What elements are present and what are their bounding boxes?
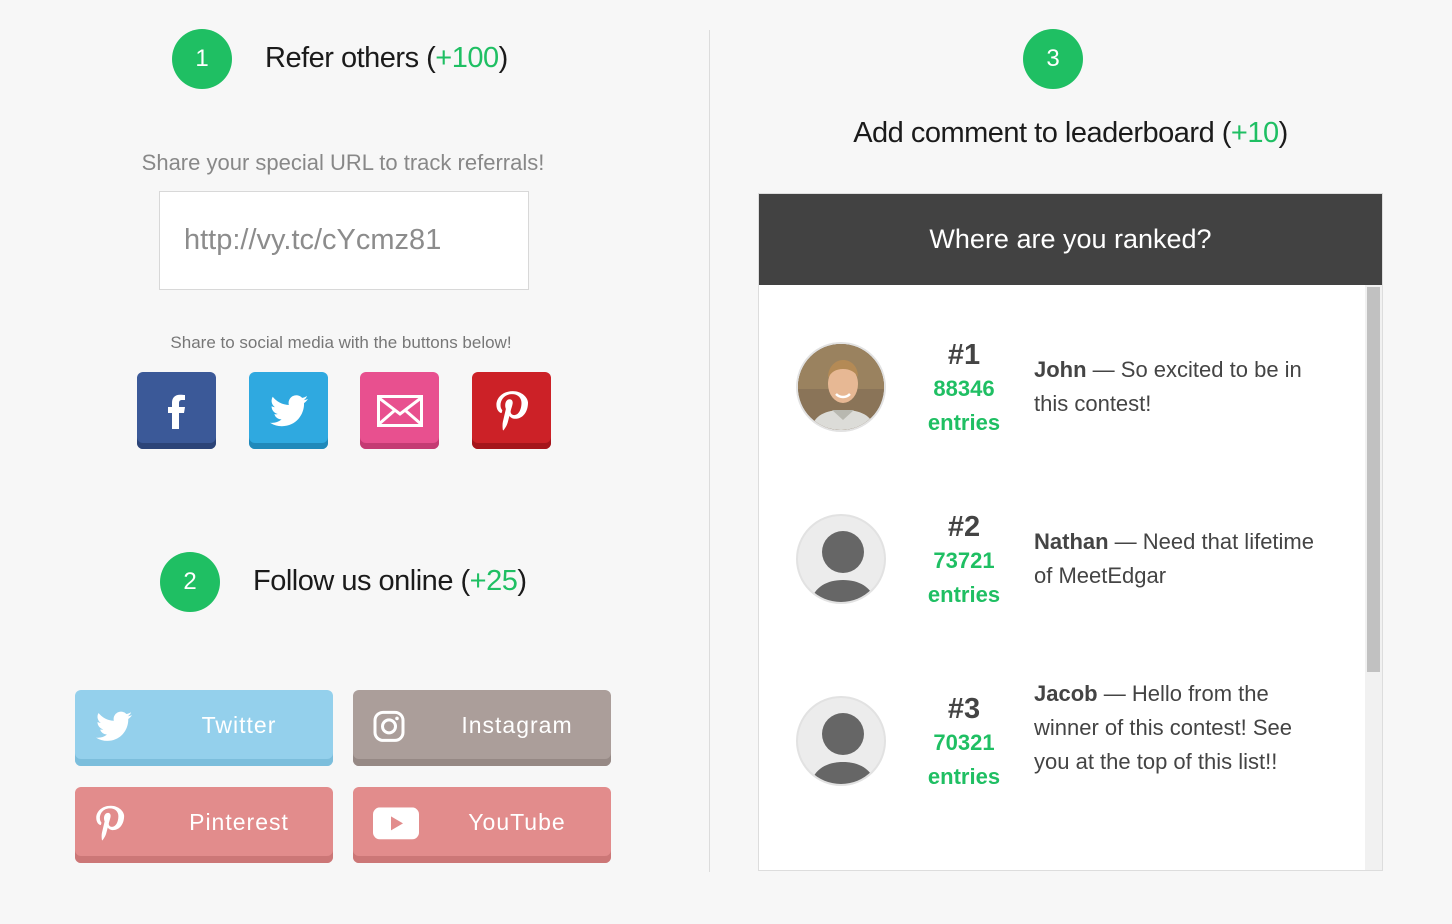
step-3-title: Add comment to leaderboard (+10) — [853, 117, 1288, 149]
entry-count: 73721 — [933, 548, 995, 573]
share-pinterest-button[interactable] — [472, 372, 551, 449]
rank-number: #1 — [947, 339, 981, 371]
entry-comment: Jacob — Hello from the winner of this co… — [1034, 681, 1293, 774]
referral-url-field[interactable]: http://vy.tc/cYcmz81 — [159, 191, 529, 290]
share-twitter-button[interactable] — [249, 372, 328, 449]
step-3-points: +10 — [1230, 117, 1279, 149]
social-share-hint: Share to social media with the buttons b… — [170, 333, 512, 352]
step-1-points: +100 — [435, 42, 499, 74]
step-2-title: Follow us online (+25) — [253, 565, 527, 597]
rank-block: #3 70321 entries — [909, 693, 1019, 794]
rank-block: #2 73721 entries — [909, 511, 1019, 612]
entry-name: John — [1034, 357, 1087, 382]
leaderboard-heading: Where are you ranked? — [759, 194, 1382, 285]
twitter-icon — [269, 394, 308, 426]
rank-number: #3 — [947, 693, 981, 725]
follow-pinterest-button[interactable]: Pinterest — [75, 787, 333, 863]
step-2-points: +25 — [469, 565, 518, 597]
step-2-badge: 2 — [160, 552, 220, 612]
share-url-hint: Share your special URL to track referral… — [141, 150, 545, 175]
entry-unit: entries — [927, 582, 1001, 607]
step-1-badge: 1 — [172, 29, 232, 89]
follow-youtube-button[interactable]: YouTube — [353, 787, 611, 863]
rank-block: #1 88346 entries — [909, 339, 1019, 440]
share-email-button[interactable] — [360, 372, 439, 449]
avatar-placeholder — [796, 696, 886, 786]
entry-unit: entries — [927, 410, 1001, 435]
user-silhouette-icon — [810, 531, 876, 602]
share-facebook-button[interactable] — [137, 372, 216, 449]
facebook-icon — [167, 394, 185, 429]
leaderboard-scroll-thumb[interactable] — [1367, 287, 1380, 672]
entry-comment: Nathan — Need that lifetime of MeetEdgar — [1034, 529, 1314, 588]
entry-comment: John — So excited to be in this contest! — [1034, 357, 1302, 416]
envelope-icon — [376, 394, 423, 427]
leaderboard-panel: Where are you ranked? #1 88346 entries J… — [758, 193, 1383, 871]
follow-youtube-label: YouTube — [468, 808, 566, 835]
avatar-placeholder — [796, 514, 886, 604]
entry-name: Jacob — [1034, 681, 1098, 706]
follow-twitter-button[interactable]: Twitter — [75, 690, 333, 766]
entry-name: Nathan — [1034, 529, 1109, 554]
rank-number: #2 — [947, 511, 981, 543]
follow-instagram-label: Instagram — [461, 711, 573, 738]
avatar-photo — [796, 342, 886, 432]
column-divider — [709, 30, 710, 872]
entry-count: 70321 — [933, 730, 995, 755]
entry-unit: entries — [927, 764, 1001, 789]
follow-instagram-button[interactable]: Instagram — [353, 690, 611, 766]
step-1-title: Refer others (+100) — [265, 42, 508, 74]
user-silhouette-icon — [810, 713, 876, 784]
pinterest-icon — [495, 390, 528, 430]
user-photo-icon — [798, 344, 884, 430]
step-3-badge: 3 — [1023, 29, 1083, 89]
follow-twitter-label: Twitter — [201, 711, 277, 738]
follow-pinterest-label: Pinterest — [189, 808, 289, 835]
entry-count: 88346 — [933, 376, 995, 401]
